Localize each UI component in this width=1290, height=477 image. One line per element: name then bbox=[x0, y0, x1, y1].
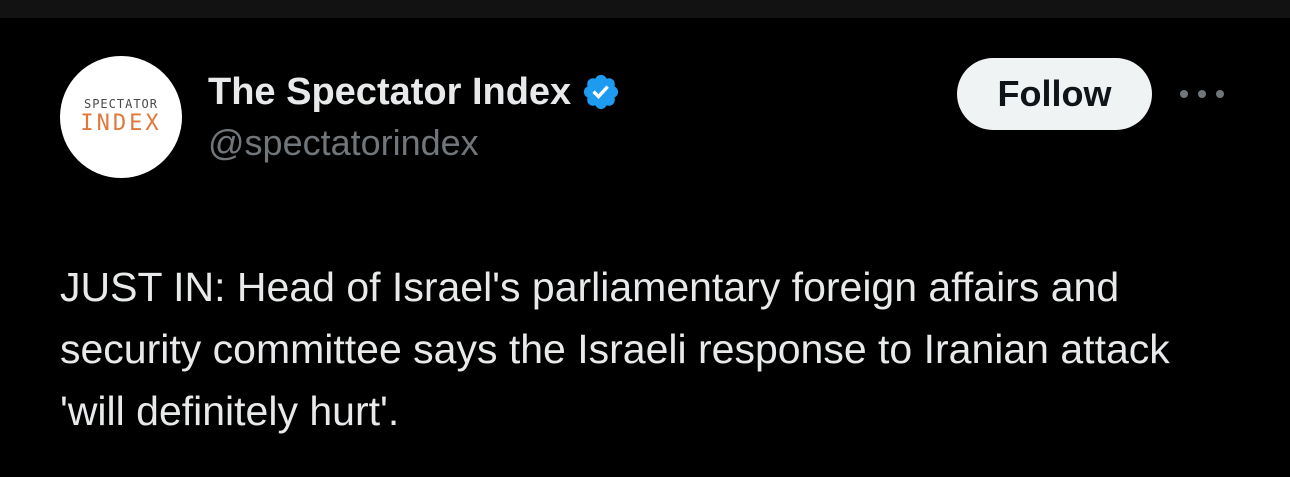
follow-button[interactable]: Follow bbox=[957, 58, 1152, 130]
more-options-icon[interactable] bbox=[1178, 78, 1226, 110]
more-dot bbox=[1198, 90, 1206, 98]
avatar-logo-line2: INDEX bbox=[80, 111, 162, 136]
top-bar bbox=[0, 0, 1290, 18]
verified-badge-icon[interactable] bbox=[581, 72, 621, 112]
avatar[interactable]: SPECTATOR INDEX bbox=[60, 56, 182, 178]
more-dot bbox=[1180, 90, 1188, 98]
more-dot bbox=[1216, 90, 1224, 98]
tweet-card: SPECTATOR INDEX The Spectator Index @spe… bbox=[0, 18, 1290, 477]
author-handle[interactable]: @spectatorindex bbox=[208, 122, 479, 164]
tweet-text: JUST IN: Head of Israel's parliamentary … bbox=[60, 264, 1170, 434]
avatar-logo-line1: SPECTATOR bbox=[83, 97, 159, 111]
author-display-name[interactable]: The Spectator Index bbox=[208, 71, 571, 114]
author-name-row: The Spectator Index bbox=[208, 70, 621, 114]
